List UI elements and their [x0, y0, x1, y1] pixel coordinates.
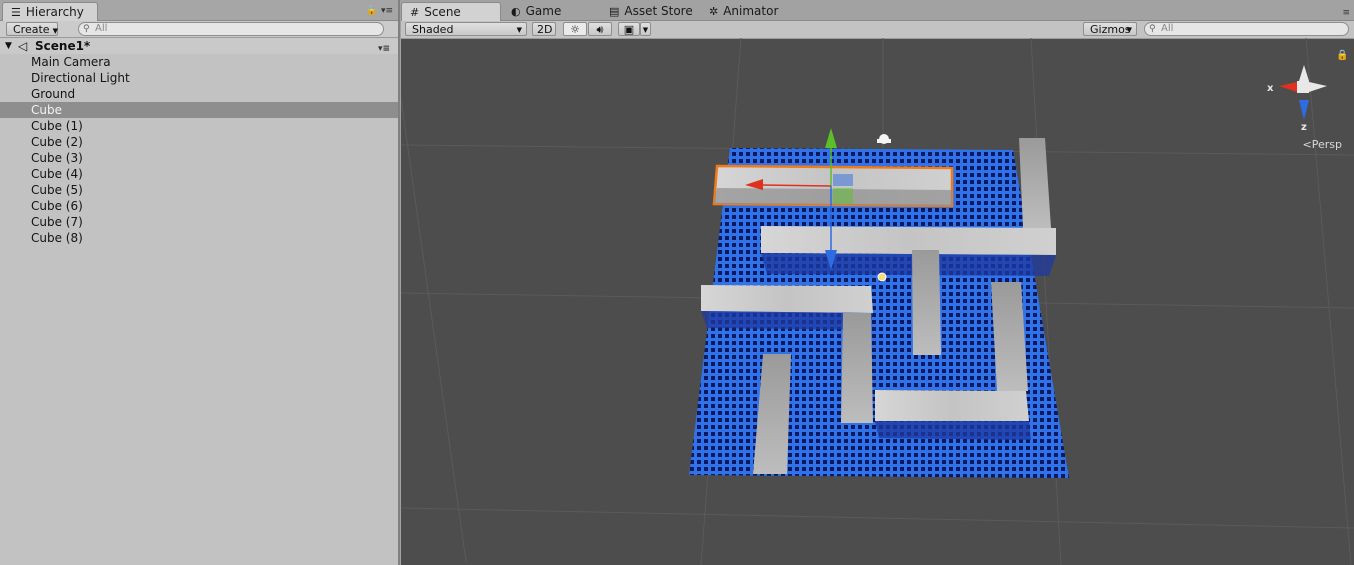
lighting-toggle[interactable]: ☼: [563, 22, 587, 36]
dropdown-arrow-icon: ▼: [516, 26, 522, 34]
main-tabstrip: # Scene ◐ Game ▤ Asset Store ✲ Animator ≡: [401, 0, 1354, 21]
2d-toggle-button[interactable]: 2D: [532, 22, 556, 36]
hierarchy-item[interactable]: Cube (3): [0, 150, 398, 166]
audio-toggle[interactable]: 🔊︎: [588, 22, 612, 36]
hierarchy-tree: Main Camera Directional Light Ground Cube Cu…: [0, 54, 398, 246]
gizmos-dropdown[interactable]: Gizmos ▼: [1083, 22, 1137, 36]
z-axis-cone[interactable]: [1299, 100, 1309, 120]
unity-logo-icon: ◁: [18, 39, 28, 53]
hierarchy-item[interactable]: Cube (2): [0, 134, 398, 150]
scene-icon: #: [410, 6, 420, 19]
panel-menu-icon[interactable]: ≡: [1342, 8, 1350, 18]
hierarchy-item[interactable]: Cube (6): [0, 198, 398, 214]
projection-toggle[interactable]: <Persp: [1303, 138, 1342, 151]
hierarchy-item[interactable]: Directional Light: [0, 70, 398, 86]
hierarchy-item[interactable]: Cube (5): [0, 182, 398, 198]
scene-root-row[interactable]: ▼ ◁ Scene1* ▾≡: [0, 38, 398, 54]
cube-wall[interactable]: [875, 390, 1029, 421]
effects-dropdown[interactable]: ▼: [640, 22, 651, 36]
sun-icon: ☼: [570, 23, 580, 36]
list-icon: ☰: [11, 6, 21, 19]
speaker-icon: 🔊︎: [596, 23, 604, 36]
orientation-gizmo[interactable]: x z: [1267, 65, 1327, 133]
effects-toggle[interactable]: ▣: [618, 22, 640, 36]
tab-asset-store[interactable]: ▤ Asset Store: [601, 2, 701, 20]
cube-wall[interactable]: [761, 226, 1056, 255]
hierarchy-item[interactable]: Ground: [0, 86, 398, 102]
hierarchy-item[interactable]: Cube (1): [0, 118, 398, 134]
lock-icon[interactable]: 🔒: [366, 6, 377, 16]
cube-wall[interactable]: [841, 313, 873, 423]
hierarchy-panel: ☰ Hierarchy 🔒 ▾≡ Create ▼ ⚲ All ▼ ◁ Scene1*…: [0, 0, 400, 565]
gizmo-x-label: x: [1267, 83, 1274, 94]
tab-hierarchy[interactable]: ☰ Hierarchy: [2, 2, 98, 21]
dropdown-arrow-icon: ▼: [1126, 26, 1132, 34]
hierarchy-item[interactable]: Main Camera: [0, 54, 398, 70]
hierarchy-item[interactable]: Cube (7): [0, 214, 398, 230]
lock-icon[interactable]: 🔒: [1336, 49, 1348, 61]
hierarchy-search-input[interactable]: ⚲ All: [78, 22, 384, 36]
create-button[interactable]: Create ▼: [6, 22, 58, 36]
asset-store-icon: ▤: [609, 5, 620, 18]
expand-triangle-icon[interactable]: ▼: [5, 38, 12, 54]
hierarchy-item[interactable]: Cube: [0, 102, 398, 118]
search-icon: ⚲: [1149, 24, 1156, 34]
x-axis-cone[interactable]: [1279, 82, 1297, 92]
game-icon: ◐: [511, 5, 521, 18]
y-axis-handle[interactable]: [825, 128, 837, 148]
perspective-icon: <: [1302, 138, 1312, 151]
tab-animator[interactable]: ✲ Animator: [701, 2, 786, 20]
image-icon: ▣: [623, 23, 635, 36]
shading-mode-dropdown[interactable]: Shaded ▼: [405, 22, 527, 36]
dropdown-arrow-icon: ▼: [642, 26, 649, 34]
scene-viewport[interactable]: x z 🔒 <Persp: [401, 38, 1354, 565]
dropdown-arrow-icon: ▼: [52, 27, 58, 35]
scene-menu-icon[interactable]: ▾≡: [378, 41, 390, 57]
tab-game[interactable]: ◐ Game: [503, 2, 569, 20]
hierarchy-toolbar: Create ▼ ⚲ All: [0, 21, 398, 38]
scene-view-canvas[interactable]: x z 🔒: [401, 38, 1354, 565]
animator-icon: ✲: [709, 5, 719, 18]
scene-name: Scene1*: [35, 39, 91, 53]
hierarchy-item[interactable]: Cube (4): [0, 166, 398, 182]
hierarchy-tabstrip: ☰ Hierarchy 🔒 ▾≡: [0, 0, 398, 21]
cube-wall[interactable]: [701, 285, 873, 313]
camera-gizmo-icon[interactable]: [877, 134, 891, 144]
cube-wall[interactable]: [912, 250, 941, 355]
hierarchy-item[interactable]: Cube (8): [0, 230, 398, 246]
scene-toolbar: Shaded ▼ 2D ☼ 🔊︎ ▣ ▼ Gizmos ▼ ⚲ All: [401, 21, 1354, 39]
search-icon: ⚲: [83, 24, 90, 34]
panel-menu-icon[interactable]: ▾≡: [381, 6, 393, 16]
gizmo-z-label: z: [1301, 122, 1307, 133]
tab-scene[interactable]: # Scene: [401, 2, 501, 21]
scene-search-input[interactable]: ⚲ All: [1144, 22, 1349, 36]
scene-panel: # Scene ◐ Game ▤ Asset Store ✲ Animator ≡ Sh…: [401, 0, 1354, 565]
light-gizmo-icon[interactable]: [877, 272, 887, 282]
